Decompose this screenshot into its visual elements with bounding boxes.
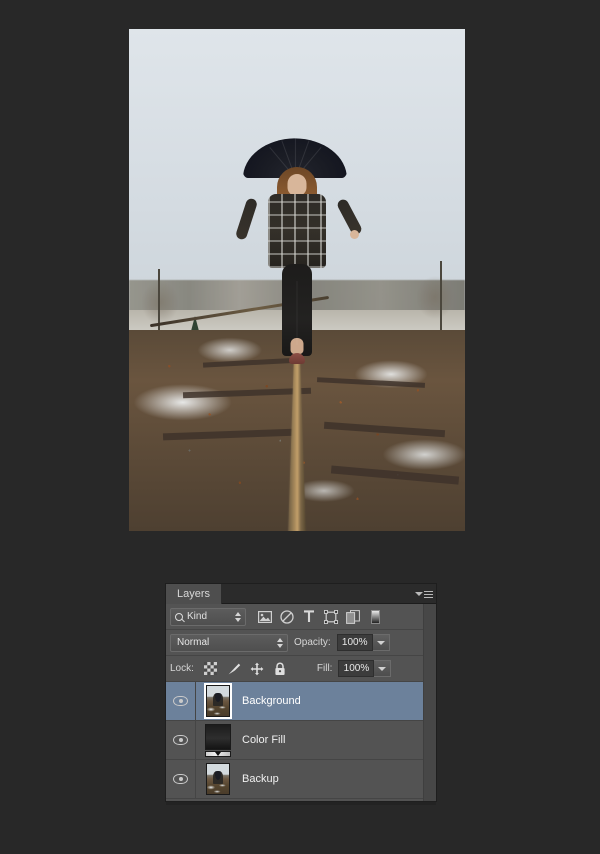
layer-row-color-fill[interactable]: Color Fill <box>166 721 436 760</box>
gradient-fill-thumbnail[interactable] <box>205 724 231 757</box>
opacity-label: Opacity: <box>294 637 331 648</box>
opacity-value[interactable]: 100% <box>337 634 373 651</box>
woman-figure <box>237 134 357 425</box>
stepper-icon[interactable] <box>235 612 241 622</box>
foot <box>291 338 304 354</box>
fill-label: Fill: <box>317 663 333 674</box>
lock-fill-row: Lock: Fill: 100 <box>166 656 436 682</box>
lock-label: Lock: <box>170 663 194 674</box>
layer-row-backup[interactable]: Backup <box>166 760 436 799</box>
fill-control[interactable]: 100% <box>338 660 391 677</box>
thumbnail-photo <box>207 764 229 794</box>
thumbnail-photo <box>207 686 229 716</box>
panel-scrollbar-track[interactable] <box>423 604 436 801</box>
app-stage: Layers Kind <box>0 0 600 854</box>
canvas-image[interactable] <box>129 29 465 531</box>
photograph <box>129 29 465 531</box>
legs <box>282 264 312 356</box>
gradient-swatch <box>205 724 231 750</box>
eye-icon <box>173 735 188 745</box>
filter-kind-label: Kind <box>187 611 207 622</box>
filter-toggle-icon[interactable] <box>368 610 382 624</box>
face <box>288 174 307 196</box>
lock-all-icon[interactable] <box>273 662 287 676</box>
filter-type-layers-icon[interactable] <box>302 610 316 624</box>
gradient-slider <box>205 751 231 757</box>
lock-icon-group <box>204 662 287 676</box>
opacity-control[interactable]: 100% <box>337 634 390 651</box>
layer-row-background[interactable]: Background <box>166 682 436 721</box>
layer-thumbnail-cell[interactable] <box>196 724 240 757</box>
branches-right <box>408 235 462 339</box>
layer-thumbnail[interactable] <box>206 685 230 717</box>
filter-pixel-layers-icon[interactable] <box>258 610 272 624</box>
layer-name: Backup <box>242 773 279 785</box>
fill-dropdown-arrow[interactable] <box>374 660 391 677</box>
filter-kind-select[interactable]: Kind <box>170 608 246 626</box>
stepper-icon[interactable] <box>277 638 283 648</box>
layer-name: Color Fill <box>242 734 285 746</box>
panel-tab-bar: Layers <box>166 584 436 604</box>
filter-shape-layers-icon[interactable] <box>324 610 338 624</box>
layer-thumbnail-cell[interactable] <box>196 685 240 717</box>
layer-thumbnail[interactable] <box>206 763 230 795</box>
layer-thumbnail-cell[interactable] <box>196 763 240 795</box>
tab-layers[interactable]: Layers <box>166 584 222 604</box>
fill-value[interactable]: 100% <box>338 660 374 677</box>
panel-menu-icon[interactable] <box>415 588 431 600</box>
layer-visibility-toggle[interactable] <box>166 682 196 720</box>
filter-smart-object-icon[interactable] <box>346 610 360 624</box>
tab-layers-label: Layers <box>177 588 210 600</box>
shoe <box>289 353 305 364</box>
right-hand <box>350 230 359 239</box>
blend-mode-value: Normal <box>177 637 209 648</box>
menu-triangle-icon <box>415 592 423 596</box>
panel-bottom-edge <box>166 801 436 805</box>
panel-body: Kind <box>166 604 436 799</box>
plaid-coat <box>268 194 326 268</box>
branches-left <box>136 245 184 341</box>
eye-icon <box>173 774 188 784</box>
layer-visibility-toggle[interactable] <box>166 760 196 798</box>
blend-mode-select[interactable]: Normal <box>170 634 288 652</box>
layer-filter-row: Kind <box>166 604 436 630</box>
lock-image-pixels-icon[interactable] <box>227 662 241 676</box>
layers-panel[interactable]: Layers Kind <box>166 584 436 801</box>
lock-transparent-pixels-icon[interactable] <box>204 662 218 676</box>
filter-icon-group <box>258 610 382 624</box>
blend-opacity-row: Normal Opacity: 100% <box>166 630 436 656</box>
search-icon <box>175 613 183 621</box>
left-arm <box>235 198 258 241</box>
filter-adjustment-layers-icon[interactable] <box>280 610 294 624</box>
layer-name: Background <box>242 695 301 707</box>
lock-position-icon[interactable] <box>250 662 264 676</box>
layer-visibility-toggle[interactable] <box>166 721 196 759</box>
eye-icon <box>173 696 188 706</box>
menu-bars-icon <box>424 591 433 598</box>
layer-list: Background Color Fill <box>166 682 436 799</box>
opacity-dropdown-arrow[interactable] <box>373 634 390 651</box>
